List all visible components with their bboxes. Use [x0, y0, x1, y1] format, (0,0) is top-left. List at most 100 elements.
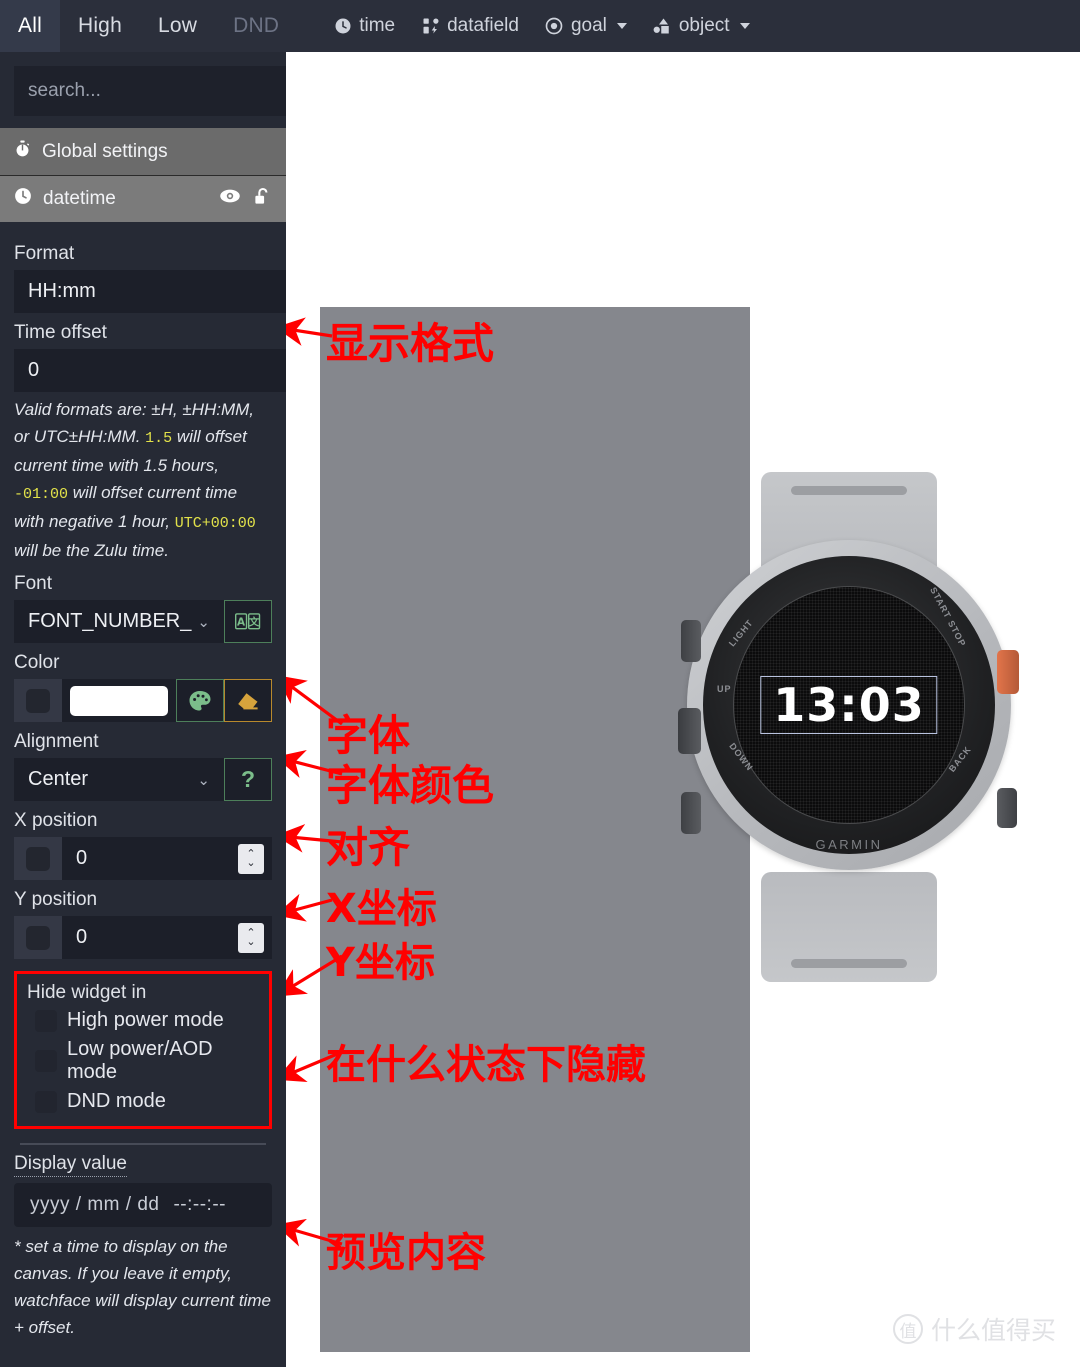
preview-canvas[interactable]: 显示格式 字体 字体颜色 对齐 X坐标 Y坐标 在什么状态下隐藏 预览内容 LI… [286, 52, 1080, 1367]
display-value-note: * set a time to display on the canvas. I… [14, 1237, 271, 1337]
watch-button-down[interactable] [681, 792, 701, 834]
chevron-down-icon [739, 23, 750, 29]
hint-example-3-code: UTC+00:00 [174, 515, 256, 532]
y-position-field: 0 ⌃ ⌄ [14, 916, 272, 959]
hide-widget-option-low-power-label: Low power/AOD mode [67, 1038, 213, 1083]
watch-button-start-stop[interactable] [997, 650, 1019, 694]
tool-goal[interactable]: goal [545, 15, 627, 37]
panel-datetime-label: datetime [43, 188, 116, 209]
mode-tab-high-label: High [77, 14, 122, 37]
target-icon [545, 17, 564, 36]
tool-goal-label: goal [570, 15, 607, 36]
section-divider [20, 1143, 266, 1145]
hide-widget-option-dnd[interactable]: DND mode [27, 1087, 259, 1116]
mode-tab-low[interactable]: Low [140, 0, 215, 52]
tool-time-label: time [359, 15, 396, 36]
color-preview[interactable] [62, 679, 176, 722]
font-select[interactable]: FONT_NUMBER_ ⌄ [14, 600, 224, 643]
color-enable-toggle[interactable] [14, 679, 62, 722]
alignment-select[interactable]: Center ⌄ [14, 758, 224, 801]
hide-widget-option-high-power[interactable]: High power mode [27, 1006, 259, 1035]
strap-notch-bottom [791, 959, 907, 968]
hint-example-1-code: 1.5 [145, 430, 173, 447]
panel-global-settings[interactable]: Global settings [0, 128, 286, 175]
search-input[interactable] [14, 66, 286, 116]
watch-strap-bottom [761, 872, 937, 982]
mode-tab-high[interactable]: High [60, 0, 140, 52]
y-position-toggle[interactable] [14, 916, 62, 959]
annotation-display-value: 预览内容 [326, 1230, 486, 1276]
y-position-input[interactable]: 0 ⌃ ⌄ [62, 916, 272, 959]
mode-tab-all-label: All [18, 14, 42, 37]
shapes-icon [653, 17, 672, 36]
checkbox-dnd[interactable] [35, 1090, 57, 1113]
y-position-value: 0 [76, 926, 88, 948]
alignment-select-value: Center [28, 768, 89, 790]
chevron-down-icon: ⌄ [197, 613, 210, 631]
tool-datafield[interactable]: datafield [421, 15, 519, 37]
mode-tab-dnd[interactable]: DND [215, 0, 297, 52]
eraser-icon [238, 692, 258, 709]
format-field: ? [14, 270, 286, 313]
annotation-alignment: 对齐 [326, 823, 411, 872]
x-position-value: 0 [76, 847, 88, 869]
time-offset-field: ? [14, 349, 286, 392]
color-clear-button[interactable] [224, 679, 272, 722]
watch-button-light[interactable] [681, 620, 701, 662]
strap-notch-top [791, 486, 907, 495]
panel-datetime[interactable]: datetime [0, 175, 286, 222]
watch-button-back[interactable] [997, 788, 1017, 828]
watermark-mark: 值 [892, 1314, 923, 1344]
hide-widget-box: Hide widget in High power mode Low power… [14, 971, 272, 1129]
tool-object-label: object [678, 15, 730, 36]
watch-button-up[interactable] [678, 708, 701, 754]
font-select-value: FONT_NUMBER_ [28, 610, 192, 632]
mode-tab-all[interactable]: All [0, 0, 60, 52]
checkbox-high-power[interactable] [35, 1009, 57, 1032]
alignment-help-button[interactable]: ? [224, 758, 272, 801]
format-label: Format [14, 243, 75, 264]
panel-datetime-actions [219, 187, 272, 212]
tool-time[interactable]: time [333, 15, 395, 37]
hide-widget-option-dnd-label: DND mode [67, 1090, 166, 1112]
x-position-toggle[interactable] [14, 837, 62, 880]
chevron-down-icon [616, 23, 627, 29]
watermark: 值 什么值得买 [892, 1311, 1056, 1347]
tool-object[interactable]: object [653, 15, 750, 37]
panel-global-settings-label: Global settings [42, 140, 168, 162]
alignment-label: Alignment [14, 731, 99, 752]
x-position-stepper[interactable]: ⌃ ⌄ [238, 843, 264, 874]
time-widget-bounding-box[interactable]: 13:03 [760, 676, 938, 734]
watch-case: LIGHT UP DOWN START STOP BACK 13:03 GARM… [678, 540, 1019, 870]
stepper-down-icon: ⌄ [246, 935, 256, 948]
time-offset-input[interactable] [14, 349, 286, 392]
datafield-icon [421, 17, 440, 36]
font-translate-button[interactable]: A 文 [224, 600, 272, 643]
y-position-label: Y position [14, 889, 98, 910]
hide-widget-option-low-power[interactable]: Low power/AOD mode [27, 1035, 259, 1087]
x-position-input[interactable]: 0 ⌃ ⌄ [62, 837, 272, 880]
watch-preview[interactable]: LIGHT UP DOWN START STOP BACK 13:03 GARM… [669, 472, 1029, 982]
hint-example-2-code: -01:00 [14, 486, 69, 503]
hint-example-3-text: will be the Zulu time. [14, 541, 169, 560]
color-label: Color [14, 652, 60, 673]
checkbox-low-power[interactable] [35, 1050, 57, 1072]
time-widget-value: 13:03 [773, 678, 925, 732]
format-input[interactable] [14, 270, 286, 313]
watch-screen[interactable]: 13:03 [733, 586, 965, 824]
display-value-time: --:--:-- [173, 1194, 226, 1215]
x-position-toggle-box [26, 846, 50, 871]
hide-widget-option-high-power-label: High power mode [67, 1009, 224, 1031]
display-value-label: Display value [14, 1153, 127, 1177]
svg-text:文: 文 [248, 615, 260, 628]
mode-tab-low-label: Low [157, 14, 198, 37]
eye-icon[interactable] [219, 188, 241, 210]
time-offset-label: Time offset [14, 322, 107, 343]
unlock-icon[interactable] [253, 187, 272, 212]
y-position-stepper[interactable]: ⌃ ⌄ [238, 922, 264, 953]
display-value-field[interactable]: yyyy / mm / dd --:--:-- [14, 1183, 272, 1227]
font-label: Font [14, 573, 53, 594]
color-picker-button[interactable] [176, 679, 224, 722]
top-toolbar: All High Low DND time datafield goal obj… [0, 0, 1080, 52]
clock-icon [14, 187, 32, 211]
